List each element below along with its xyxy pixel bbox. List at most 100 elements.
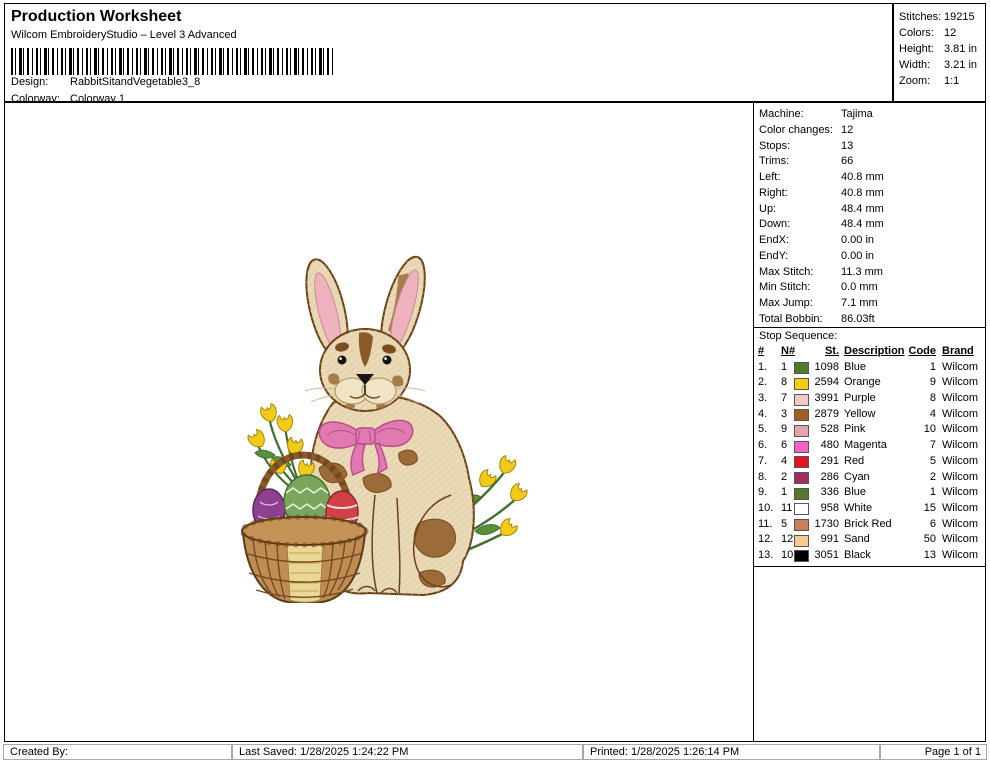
summary-label: Colors: <box>899 27 934 39</box>
thread-code: 50 <box>923 533 936 546</box>
thread-brand: Wilcom <box>942 376 979 389</box>
stitch-count: 480 <box>820 439 839 452</box>
machine-info-row: Left: 40.8 mm <box>759 170 983 186</box>
summary-label: Height: <box>899 43 934 55</box>
summary-row: Zoom: 1:1 <box>899 73 985 89</box>
row-num: 8. <box>758 470 768 483</box>
row-num: 4. <box>758 407 768 420</box>
machine-info-label: Min Stitch: <box>759 281 811 294</box>
production-worksheet-page: Production Worksheet Wilcom EmbroiderySt… <box>0 0 990 762</box>
machine-info-label: Right: <box>759 186 788 199</box>
machine-info-row: Total Bobbin: 86.03ft <box>759 312 983 328</box>
row-num: 12. <box>758 533 774 546</box>
stitch-count: 958 <box>820 501 839 514</box>
page-title: Production Worksheet <box>11 8 182 25</box>
stitch-count: 991 <box>820 533 839 546</box>
col-header-brand: Brand <box>942 345 974 357</box>
row-num: 13. <box>758 548 774 561</box>
machine-info-value: 40.8 mm <box>841 186 884 199</box>
stop-sequence-row: 11. 5 1730 Brick Red 6 Wilcom <box>754 517 985 533</box>
thread-code: 2 <box>929 470 936 483</box>
machine-info-row: Color changes: 12 <box>759 123 983 139</box>
thread-description: White <box>844 501 873 514</box>
summary-row: Stitches: 19215 <box>899 9 985 25</box>
machine-info-label: Down: <box>759 218 791 231</box>
thread-brand: Wilcom <box>942 548 979 561</box>
machine-info-row: Trims: 66 <box>759 154 983 170</box>
row-num: 10. <box>758 501 774 514</box>
thread-code: 1 <box>929 486 936 499</box>
row-num: 6. <box>758 439 768 452</box>
thread-brand: Wilcom <box>942 454 979 467</box>
stop-sequence-row: 7. 4 291 Red 5 Wilcom <box>754 454 985 470</box>
summary-value: 12 <box>944 27 957 39</box>
machine-info-label: EndY: <box>759 249 789 262</box>
design-barcode <box>11 48 334 75</box>
thread-brand: Wilcom <box>942 486 979 499</box>
summary-panel: Stitches: 19215 Colors: 12 Height: 3.81 in … <box>893 3 986 102</box>
machine-info-value: 0.0 mm <box>841 281 878 294</box>
summary-label: Zoom: <box>899 75 931 87</box>
thread-code: 5 <box>929 454 936 467</box>
thread-description: Brick Red <box>844 517 892 530</box>
summary-value: 3.81 in <box>944 43 978 55</box>
thread-brand: Wilcom <box>942 392 979 405</box>
machine-info-value: 86.03ft <box>841 312 875 325</box>
machine-info-row: Up: 48.4 mm <box>759 202 983 218</box>
machine-info-panel: Machine: Tajima Color changes: 12 Stops: 13… <box>753 102 986 742</box>
stop-sequence-row: 2. 8 2594 Orange 9 Wilcom <box>754 375 985 391</box>
design-label: Design: <box>11 76 49 88</box>
summary-row: Colors: 12 <box>899 25 985 41</box>
thread-description: Magenta <box>844 439 887 452</box>
machine-info-row: Right: 40.8 mm <box>759 186 983 202</box>
thread-code: 7 <box>929 439 936 452</box>
stop-sequence-table: # N# St. Description Code Brand 1. 1 109… <box>754 344 985 567</box>
thread-description: Cyan <box>844 470 870 483</box>
machine-info-value: 0.00 in <box>841 249 875 262</box>
machine-info-value: 12 <box>841 123 854 136</box>
summary-label: Stitches: <box>899 11 942 23</box>
row-num: 5. <box>758 423 768 436</box>
row-num: 1. <box>758 360 768 373</box>
machine-info-label: Total Bobbin: <box>759 312 823 325</box>
col-header-n: N# <box>781 345 796 357</box>
row-num: 11. <box>758 517 773 530</box>
thread-brand: Wilcom <box>942 360 979 373</box>
machine-info-row: Stops: 13 <box>759 139 983 155</box>
machine-info-row: Down: 48.4 mm <box>759 217 983 233</box>
stop-sequence-row: 6. 6 480 Magenta 7 Wilcom <box>754 438 985 454</box>
machine-info-value: 48.4 mm <box>841 218 884 231</box>
stitch-count: 336 <box>820 486 839 499</box>
col-header-st: St. <box>824 345 839 357</box>
machine-info-value: 48.4 mm <box>841 202 884 215</box>
machine-info-value: 7.1 mm <box>841 297 878 309</box>
footer-created-by: Created By: <box>3 744 232 760</box>
stitch-count: 3051 <box>814 548 839 561</box>
thread-description: Orange <box>844 376 881 389</box>
stop-sequence-row: 10. 11 958 White 15 Wilcom <box>754 501 985 517</box>
stitch-count: 1730 <box>814 517 839 530</box>
footer-page-number: Page 1 of 1 <box>880 744 987 760</box>
stop-sequence-row: 5. 9 528 Pink 10 Wilcom <box>754 422 985 438</box>
stitch-count: 528 <box>820 423 839 436</box>
machine-info-row: Max Jump: 7.1 mm <box>759 296 983 312</box>
stitch-count: 3991 <box>814 392 839 405</box>
stitch-count: 2594 <box>814 376 839 389</box>
footer-printed: Printed: 1/28/2025 1:26:14 PM <box>583 744 880 760</box>
thread-brand: Wilcom <box>942 501 979 514</box>
summary-value: 1:1 <box>944 75 960 87</box>
thread-description: Red <box>844 454 865 467</box>
machine-info-label: Max Stitch: <box>759 265 814 278</box>
machine-info-label: Color changes: <box>759 123 833 136</box>
thread-brand: Wilcom <box>942 407 979 420</box>
stop-sequence-row: 12. 12 991 Sand 50 Wilcom <box>754 532 985 548</box>
row-num: 9. <box>758 486 768 499</box>
footer-last-saved: Last Saved: 1/28/2025 1:24:22 PM <box>232 744 583 760</box>
machine-info-row: EndY: 0.00 in <box>759 249 983 265</box>
stitch-count: 2879 <box>814 407 839 420</box>
thread-description: Purple <box>844 392 876 405</box>
thread-brand: Wilcom <box>942 470 979 483</box>
thread-code: 13 <box>923 548 936 561</box>
machine-info-label: Up: <box>759 202 777 215</box>
thread-code: 8 <box>929 392 936 405</box>
